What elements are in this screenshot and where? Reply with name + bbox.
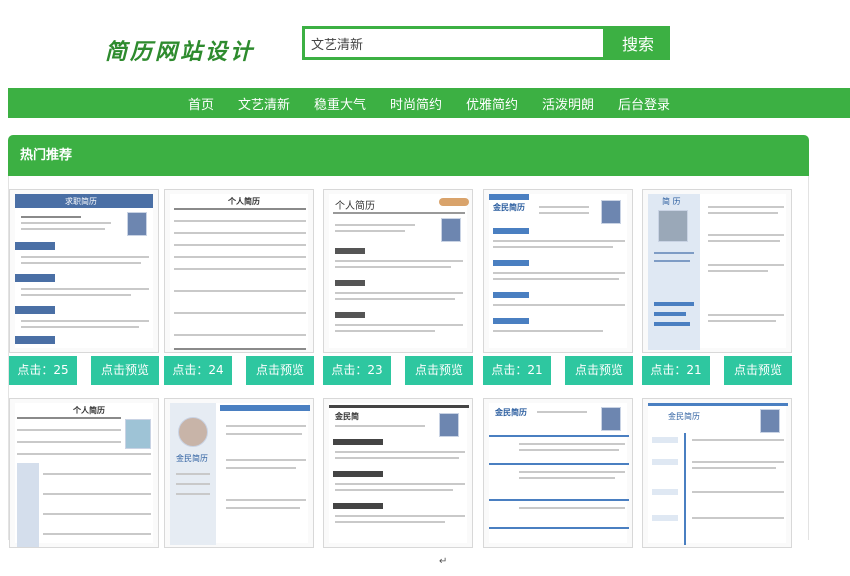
site-logo: 简历网站设计: [105, 39, 256, 65]
resume-thumbnail[interactable]: 金民简历: [483, 189, 633, 353]
preview-button[interactable]: 点击预览: [565, 356, 633, 385]
resume-thumbnail[interactable]: 金民简历: [164, 398, 314, 548]
thumbnail-title: 个人简历: [335, 201, 375, 212]
return-mark: ↵: [439, 556, 448, 567]
thumbnail-title: 金民简历: [495, 408, 527, 417]
search-button[interactable]: 搜索: [606, 26, 670, 60]
preview-button[interactable]: 点击预览: [246, 356, 314, 385]
resume-thumbnail[interactable]: 金民简: [323, 398, 473, 548]
section-title: 热门推荐: [8, 135, 809, 176]
search-input[interactable]: [302, 26, 606, 60]
nav-item-home[interactable]: 首页: [188, 94, 214, 113]
resume-thumbnail[interactable]: 简 历: [642, 189, 792, 353]
click-count: 点击：21: [642, 356, 710, 385]
resume-thumbnail[interactable]: 个人简历: [323, 189, 473, 353]
preview-button[interactable]: 点击预览: [91, 356, 159, 385]
search-bar: 搜索: [302, 26, 670, 60]
thumbnail-title: 金民简: [335, 412, 359, 421]
nav-item-admin-login[interactable]: 后台登录: [618, 94, 670, 113]
click-count: 点击：21: [483, 356, 551, 385]
preview-button[interactable]: 点击预览: [405, 356, 473, 385]
resume-thumbnail[interactable]: 金民简历: [483, 398, 633, 548]
thumbnail-title: 金民简历: [668, 412, 700, 421]
thumbnail-title: 个人简历: [228, 197, 260, 206]
click-count: 点击：23: [323, 356, 391, 385]
thumbnail-title: 求职简历: [65, 197, 97, 206]
click-count: 点击：25: [9, 356, 77, 385]
click-count: 点击：24: [164, 356, 232, 385]
resume-thumbnail[interactable]: 个人简历: [164, 189, 314, 353]
thumbnail-title: 金民简历: [493, 203, 525, 212]
preview-button[interactable]: 点击预览: [724, 356, 792, 385]
resume-thumbnail[interactable]: 个人简历: [9, 398, 159, 548]
thumbnail-title: 金民简历: [176, 454, 208, 463]
nav-item-lively[interactable]: 活泼明朗: [542, 94, 594, 113]
thumbnail-title: 简 历: [662, 197, 681, 206]
nav-item-literary[interactable]: 文艺清新: [238, 94, 290, 113]
resume-thumbnail[interactable]: 求职简历: [9, 189, 159, 353]
resume-thumbnail[interactable]: 金民简历: [642, 398, 792, 548]
nav-item-fashion[interactable]: 时尚简约: [390, 94, 442, 113]
main-nav: 首页 文艺清新 稳重大气 时尚简约 优雅简约 活泼明朗 后台登录: [8, 88, 850, 118]
nav-item-steady[interactable]: 稳重大气: [314, 94, 366, 113]
nav-item-elegant[interactable]: 优雅简约: [466, 94, 518, 113]
thumbnail-title: 个人简历: [73, 406, 105, 415]
